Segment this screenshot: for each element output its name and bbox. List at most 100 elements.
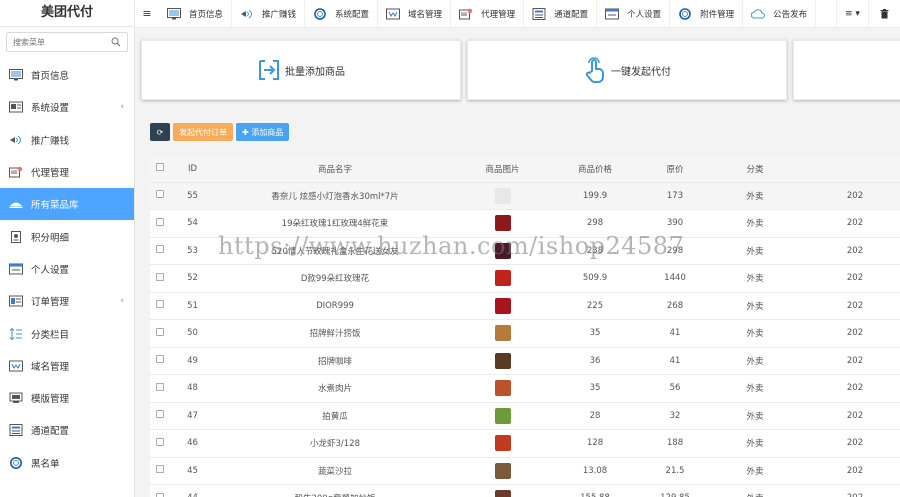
row-checkbox[interactable] [150, 430, 170, 458]
cell-original-price: 173 [666, 190, 684, 201]
sidebar-item[interactable]: 通道配置 [0, 414, 134, 446]
main-content: 批量添加商品 一键发起代付 ⟳ 发起代付订单 ✚ 添加商品 ID 商品名字 商品… [135, 28, 900, 497]
table-row[interactable]: 47 拍黄瓜 28 32 外卖 202 [150, 402, 900, 430]
sidebar-item[interactable]: 个人设置 [0, 253, 134, 285]
cell-extra: 202 [846, 300, 864, 311]
cell-id: 48 [187, 383, 198, 394]
product-thumbnail[interactable] [494, 435, 511, 452]
sidebar-item[interactable]: 积分明细 [0, 220, 134, 252]
row-checkbox[interactable] [150, 320, 170, 348]
table-row[interactable]: 49 招牌咖啡 36 41 外卖 202 [150, 347, 900, 375]
cell-id: 49 [187, 355, 198, 366]
cell-id: 53 [187, 245, 198, 256]
table-row[interactable]: 50 招牌鲜汁捞饭 35 41 外卖 202 [150, 319, 900, 348]
topnav-item[interactable]: 通道配置 [524, 0, 598, 28]
product-thumbnail[interactable] [494, 270, 511, 287]
cell-name: 香奈儿 炫感小灯泡香水30ml*7片 [271, 191, 399, 202]
product-thumbnail[interactable] [494, 380, 511, 397]
sidebar-item[interactable]: 订单管理 ‹ [0, 285, 134, 317]
menu-search-input[interactable] [7, 33, 127, 51]
select-all-checkbox[interactable] [150, 156, 170, 183]
sidebar-item[interactable]: 首页信息 [0, 59, 134, 91]
row-checkbox[interactable] [150, 210, 170, 238]
product-thumbnail[interactable] [494, 242, 511, 259]
cell-name: 520情人节玫瑰礼盒永生花送女友 [271, 246, 399, 257]
row-checkbox[interactable] [150, 375, 170, 403]
table-row[interactable]: 51 DIOR999 225 268 外卖 202 [150, 292, 900, 320]
product-thumbnail[interactable] [494, 325, 511, 342]
sidebar-item[interactable]: 模版管理 [0, 382, 134, 414]
header-original-price[interactable]: 原价 [640, 156, 710, 183]
table-row[interactable]: 48 水煮肉片 35 56 外卖 202 [150, 374, 900, 403]
sidebar-item[interactable]: 代理管理 [0, 156, 134, 188]
cell-original-price: 41 [669, 355, 681, 366]
header-image[interactable]: 商品图片 [455, 156, 550, 183]
table-row[interactable]: 55 香奈儿 炫感小灯泡香水30ml*7片 199.9 173 外卖 202 [150, 182, 900, 210]
row-checkbox[interactable] [150, 182, 170, 210]
cell-id: 45 [187, 465, 198, 476]
table-row[interactable]: 53 520情人节玫瑰礼盒永生花送女友 238 298 外卖 202 [150, 237, 900, 265]
batch-add-products-card[interactable]: 批量添加商品 [141, 40, 461, 100]
cell-original-price: 390 [666, 218, 684, 229]
trash-icon[interactable] [868, 0, 900, 28]
sidebar-search [0, 27, 134, 57]
row-checkbox[interactable] [150, 237, 170, 265]
product-thumbnail[interactable] [494, 407, 511, 424]
sidebar-item[interactable]: 黑名单 [0, 447, 134, 479]
header-name[interactable]: 商品名字 [215, 156, 455, 183]
cell-extra: 202 [800, 485, 900, 497]
table-row[interactable]: 44和牛200g套餐加炒饭 155.88129.85外卖202 [150, 484, 900, 497]
one-click-pay-card[interactable]: 一键发起代付 [467, 40, 787, 100]
cell-original-price: 32 [669, 410, 681, 421]
topnav-item[interactable]: 公告发布 [743, 0, 817, 28]
topnav-item[interactable]: 推广赚钱 [232, 0, 306, 28]
refresh-button[interactable]: ⟳ [150, 123, 170, 141]
topnav-item[interactable]: 个人设置 [597, 0, 671, 28]
product-thumbnail[interactable] [494, 297, 511, 314]
row-checkbox[interactable] [150, 347, 170, 375]
table-row[interactable]: 54 19朵红玫瑰1红玫瑰4鲜花束 298 390 外卖 202 [150, 209, 900, 238]
cell-original-price: 298 [666, 245, 684, 256]
import-icon [259, 60, 279, 80]
row-checkbox[interactable] [150, 265, 170, 293]
menu-toggle-icon[interactable]: ≡ [135, 7, 159, 20]
add-product-button[interactable]: ✚ 添加商品 [236, 123, 290, 141]
row-checkbox[interactable] [150, 402, 170, 430]
sidebar-item[interactable]: 分类栏目 [0, 317, 134, 349]
header-extra[interactable] [800, 156, 900, 183]
header-id[interactable]: ID [170, 156, 215, 183]
row-checkbox[interactable] [150, 485, 170, 497]
cell-category: 外卖 [746, 329, 764, 340]
search-icon[interactable] [111, 37, 121, 47]
dropdown-menu-button[interactable]: ≡ ▾ [836, 0, 868, 28]
cell-price: 35 [589, 328, 601, 339]
topnav-item[interactable]: 域名管理 [378, 0, 452, 28]
table-header-row: ID 商品名字 商品图片 商品价格 原价 分类 [150, 156, 900, 183]
table-toolbar: ⟳ 发起代付订单 ✚ 添加商品 [150, 123, 292, 141]
third-card[interactable] [793, 40, 900, 100]
product-thumbnail[interactable] [494, 490, 511, 497]
topnav-item[interactable]: 附件管理 [670, 0, 744, 28]
sidebar-item[interactable]: 域名管理 [0, 350, 134, 382]
row-checkbox[interactable] [150, 292, 170, 320]
topnav-item[interactable]: 首页信息 [159, 0, 233, 28]
topnav-item[interactable]: 系统配置 [305, 0, 379, 28]
topnav-item[interactable]: 代理管理 [451, 0, 525, 28]
sidebar-item[interactable]: 推广赚钱 [0, 124, 134, 156]
product-thumbnail[interactable] [494, 352, 511, 369]
cell-image [455, 265, 550, 293]
start-pay-order-button[interactable]: 发起代付订单 [173, 123, 233, 141]
row-checkbox[interactable] [150, 457, 170, 485]
sidebar-item-label: 模版管理 [31, 394, 70, 406]
sidebar-item[interactable]: 系统设置 ‹ [0, 91, 134, 123]
product-thumbnail[interactable] [494, 462, 511, 479]
sidebar-item-label: 所有菜品库 [31, 200, 79, 212]
table-row[interactable]: 52 D款99朵红玫瑰花 509.9 1440 外卖 202 [150, 264, 900, 293]
table-row[interactable]: 46 小龙虾3/128 128 188 外卖 202 [150, 429, 900, 458]
header-price[interactable]: 商品价格 [550, 156, 640, 183]
sidebar-item[interactable]: 所有菜品库 [0, 188, 134, 221]
header-category[interactable]: 分类 [710, 156, 800, 183]
table-row[interactable]: 45 蔬菜沙拉 13.08 21.5 外卖 202 [150, 457, 900, 485]
product-thumbnail[interactable] [494, 187, 511, 204]
product-thumbnail[interactable] [494, 215, 511, 232]
